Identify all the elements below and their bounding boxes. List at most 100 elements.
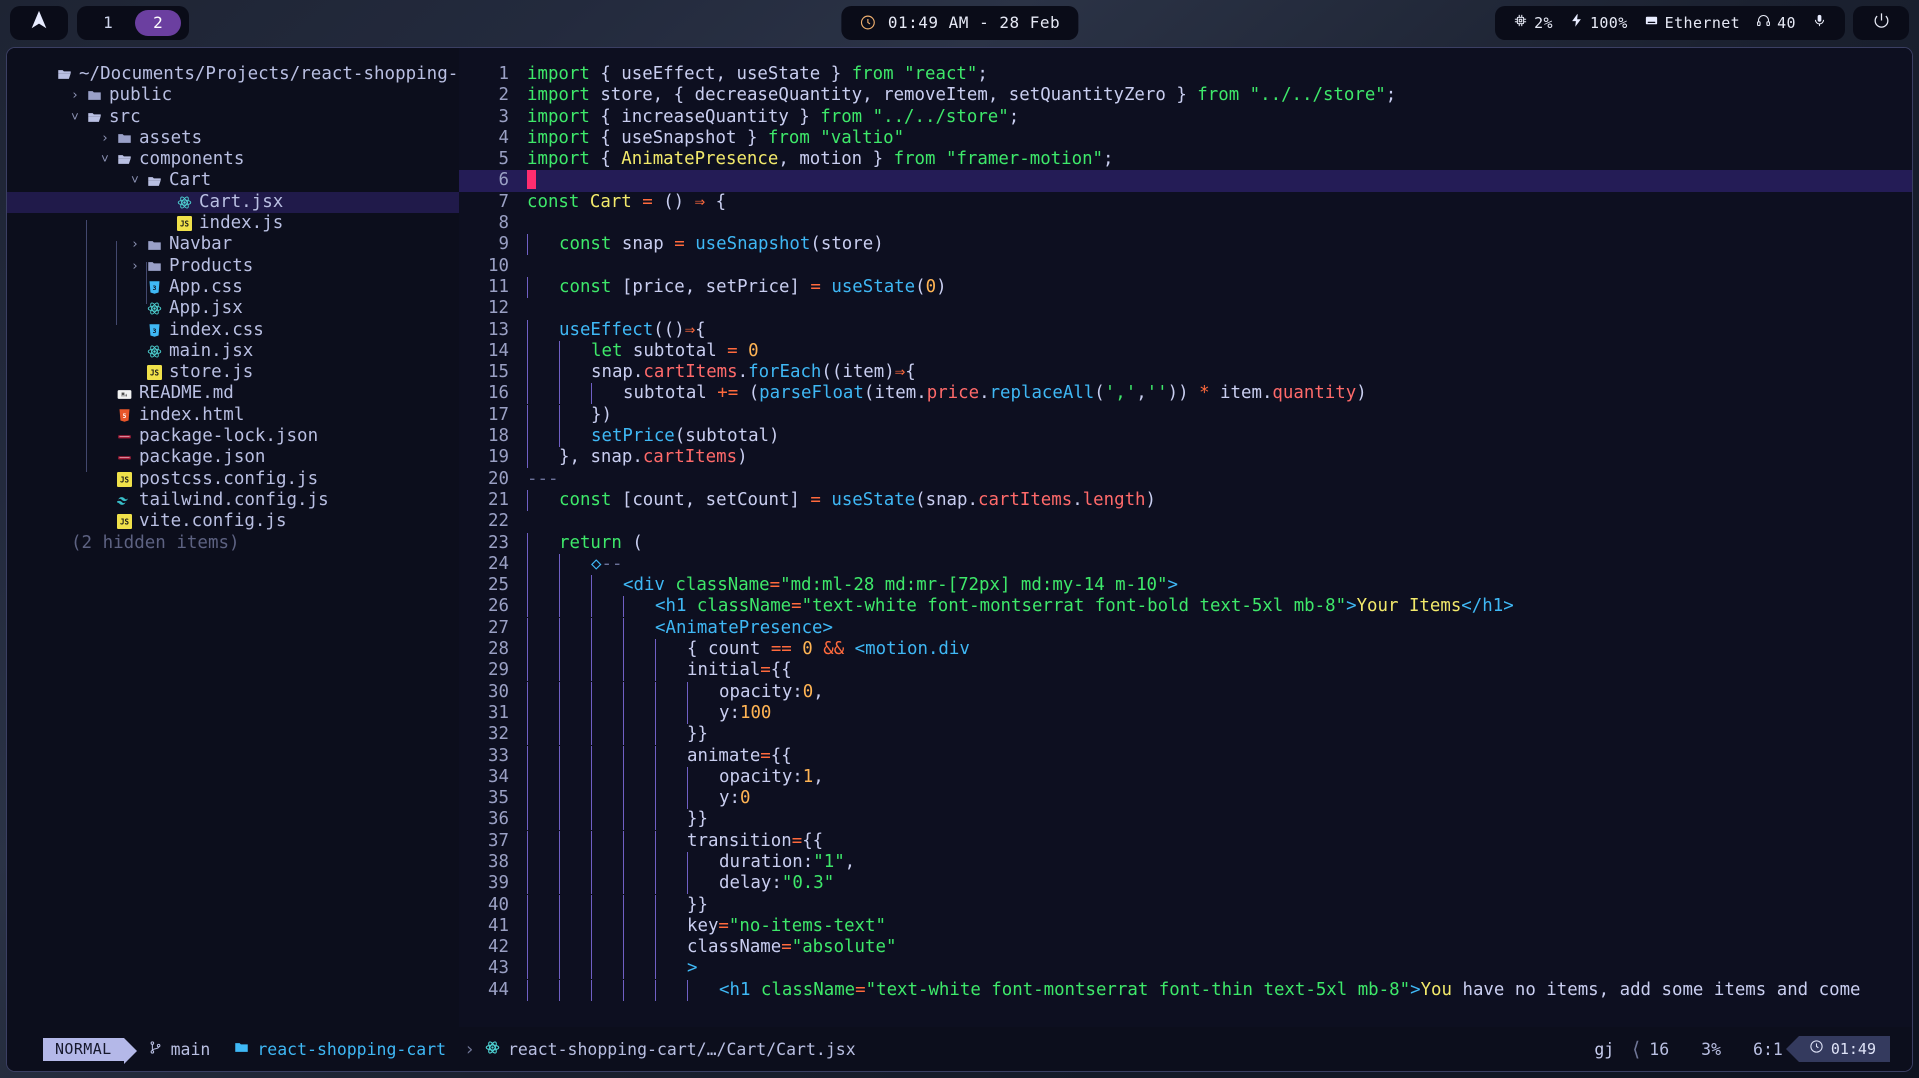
- power-button[interactable]: [1853, 5, 1909, 40]
- tree-item-main-jsx[interactable]: main.jsx: [7, 341, 459, 362]
- microphone-indicator[interactable]: [1812, 13, 1827, 32]
- tree-item-components[interactable]: ˅ components: [7, 149, 459, 170]
- code-line[interactable]: 44 <h1 className="text-white font-montser…: [459, 979, 1912, 1001]
- code-line[interactable]: 41 key="no-items-text": [459, 915, 1912, 937]
- code-line[interactable]: 11 const [price, setPrice] = useState(0): [459, 276, 1912, 298]
- line-number: 24: [488, 553, 509, 574]
- workspace-2[interactable]: 2: [135, 9, 181, 36]
- code-line[interactable]: 23 return (: [459, 532, 1912, 554]
- volume-indicator[interactable]: 40: [1756, 13, 1796, 32]
- workspace-1[interactable]: 1: [85, 10, 131, 36]
- chevron-toggle-icon[interactable]: ›: [131, 256, 147, 277]
- battery-indicator[interactable]: 100%: [1569, 13, 1628, 32]
- react-icon: [485, 1040, 500, 1059]
- code-line[interactable]: 33 animate={{: [459, 745, 1912, 767]
- tree-item-readme-md[interactable]: M↓ README.md: [7, 383, 459, 404]
- tree-item-app-css[interactable]: 3 App.css: [7, 277, 459, 298]
- tree-item-index-html[interactable]: 5 index.html: [7, 405, 459, 426]
- code-line[interactable]: 6: [459, 170, 1912, 192]
- code-line[interactable]: 29 initial={{: [459, 660, 1912, 682]
- lsp-indicator[interactable]: ⟨ 16: [1614, 1037, 1685, 1061]
- line-number: 31: [488, 702, 509, 723]
- code-line[interactable]: 39 delay:"0.3": [459, 873, 1912, 895]
- code-line[interactable]: 5 import { AnimatePresence, motion } from…: [459, 149, 1912, 170]
- code-line[interactable]: 19}, snap.cartItems): [459, 447, 1912, 469]
- repo-name[interactable]: react-shopping-cart: [234, 1040, 446, 1059]
- code-line[interactable]: 21 const [count, setCount] = useState(sna…: [459, 489, 1912, 511]
- tree-item-vite-config-js[interactable]: JS vite.config.js: [7, 511, 459, 532]
- code-line[interactable]: 24 ◇--: [459, 553, 1912, 575]
- tree-item-navbar[interactable]: › Navbar: [7, 234, 459, 255]
- tree-item-index-js[interactable]: JS index.js: [7, 213, 459, 234]
- tree-item-src[interactable]: ˅ src: [7, 107, 459, 128]
- file-tree-panel[interactable]: ~/Documents/Projects/react-shopping-c › p…: [7, 48, 459, 1027]
- tree-item-label: index.js: [199, 213, 284, 234]
- code-line[interactable]: 31 y:100: [459, 702, 1912, 724]
- code-line[interactable]: 4 import { useSnapshot } from "valtio": [459, 128, 1912, 149]
- tree-item-label: store.js: [169, 362, 254, 383]
- code-line[interactable]: 13 useEffect(()⇒{: [459, 319, 1912, 341]
- volume-label: 40: [1777, 13, 1796, 32]
- code-line[interactable]: 16 subtotal += (parseFloat(item.price.rep…: [459, 383, 1912, 405]
- chevron-toggle-icon[interactable]: ˅: [101, 149, 117, 170]
- code-line[interactable]: 35 y:0: [459, 788, 1912, 810]
- code-line[interactable]: 22: [459, 511, 1912, 532]
- code-line[interactable]: 7 const Cart = () ⇒ {: [459, 192, 1912, 213]
- tree-item-cart[interactable]: ˅ Cart: [7, 170, 459, 191]
- line-text: duration:"1",: [527, 851, 855, 873]
- code-line[interactable]: 42 className="absolute": [459, 937, 1912, 959]
- code-line[interactable]: 36}}: [459, 809, 1912, 831]
- tree-item-postcss-config-js[interactable]: JS postcss.config.js: [7, 469, 459, 490]
- code-line[interactable]: 34 opacity:1,: [459, 766, 1912, 788]
- code-line[interactable]: 26 <h1 className="text-white font-montser…: [459, 596, 1912, 618]
- tree-item-index-css[interactable]: 3 index.css: [7, 320, 459, 341]
- code-line[interactable]: 25 <div className="md:ml-28 md:mr-[72px] …: [459, 575, 1912, 597]
- tree-item-products[interactable]: › Products: [7, 256, 459, 277]
- code-line[interactable]: 37 transition={{: [459, 830, 1912, 852]
- file-path[interactable]: react-shopping-cart/…/Cart/Cart.jsx: [485, 1040, 856, 1059]
- git-branch[interactable]: main: [148, 1040, 210, 1059]
- code-line[interactable]: 43 >: [459, 958, 1912, 980]
- code-line[interactable]: 28 { count == 0 && <motion.div: [459, 639, 1912, 661]
- code-line[interactable]: 38 duration:"1",: [459, 851, 1912, 873]
- folder-open-icon: [147, 174, 169, 189]
- code-line[interactable]: 2 import store, { decreaseQuantity, remov…: [459, 85, 1912, 106]
- clock-widget[interactable]: 01:49 AM - 28 Feb: [840, 5, 1079, 40]
- code-line[interactable]: 1 import { useEffect, useState } from "re…: [459, 64, 1912, 85]
- chevron-toggle-icon[interactable]: ›: [131, 234, 147, 255]
- code-line[interactable]: 20 ---: [459, 469, 1912, 490]
- code-line[interactable]: 8: [459, 213, 1912, 234]
- tree-item-cart-jsx[interactable]: Cart.jsx: [7, 191, 459, 214]
- cpu-indicator[interactable]: 2%: [1513, 13, 1553, 32]
- tree-item-assets[interactable]: › assets: [7, 128, 459, 149]
- workspace-switcher[interactable]: 1 2: [77, 5, 189, 40]
- tree-item-package-json[interactable]: package.json: [7, 447, 459, 468]
- code-line[interactable]: 40}}: [459, 894, 1912, 916]
- chevron-toggle-icon[interactable]: ›: [101, 128, 117, 149]
- code-line[interactable]: 12: [459, 298, 1912, 319]
- code-line[interactable]: 9 const snap = useSnapshot(store): [459, 234, 1912, 256]
- code-line[interactable]: 15 snap.cartItems.forEach((item)⇒{: [459, 362, 1912, 384]
- tree-item-app-jsx[interactable]: App.jsx: [7, 298, 459, 319]
- tree-item-store-js[interactable]: JS store.js: [7, 362, 459, 383]
- network-indicator[interactable]: Ethernet: [1644, 13, 1740, 32]
- code-line[interactable]: 18 setPrice(subtotal): [459, 426, 1912, 448]
- app-launcher-button[interactable]: [10, 5, 68, 40]
- tree-item-package-lock-json[interactable]: package-lock.json: [7, 426, 459, 447]
- code-line[interactable]: 30 opacity:0,: [459, 681, 1912, 703]
- code-line[interactable]: 14 let subtotal = 0: [459, 340, 1912, 362]
- system-tray[interactable]: 2% 100% Ethernet 40: [1495, 5, 1845, 40]
- tree-item-public[interactable]: › public: [7, 85, 459, 106]
- tree-item-tailwind-config-js[interactable]: tailwind.config.js: [7, 490, 459, 511]
- code-line[interactable]: 27 <AnimatePresence>: [459, 617, 1912, 639]
- code-line[interactable]: 32}}: [459, 724, 1912, 746]
- svg-text:JS: JS: [120, 518, 130, 527]
- chevron-toggle-icon[interactable]: ˅: [71, 107, 87, 128]
- tree-root[interactable]: ~/Documents/Projects/react-shopping-c: [7, 64, 459, 85]
- code-line[interactable]: 3 import { increaseQuantity } from "../..…: [459, 107, 1912, 128]
- chevron-toggle-icon[interactable]: ›: [71, 85, 87, 106]
- code-line[interactable]: 10: [459, 256, 1912, 277]
- chevron-toggle-icon[interactable]: ˅: [131, 170, 147, 191]
- code-editor[interactable]: 1 import { useEffect, useState } from "re…: [459, 48, 1912, 1027]
- code-line[interactable]: 17}): [459, 404, 1912, 426]
